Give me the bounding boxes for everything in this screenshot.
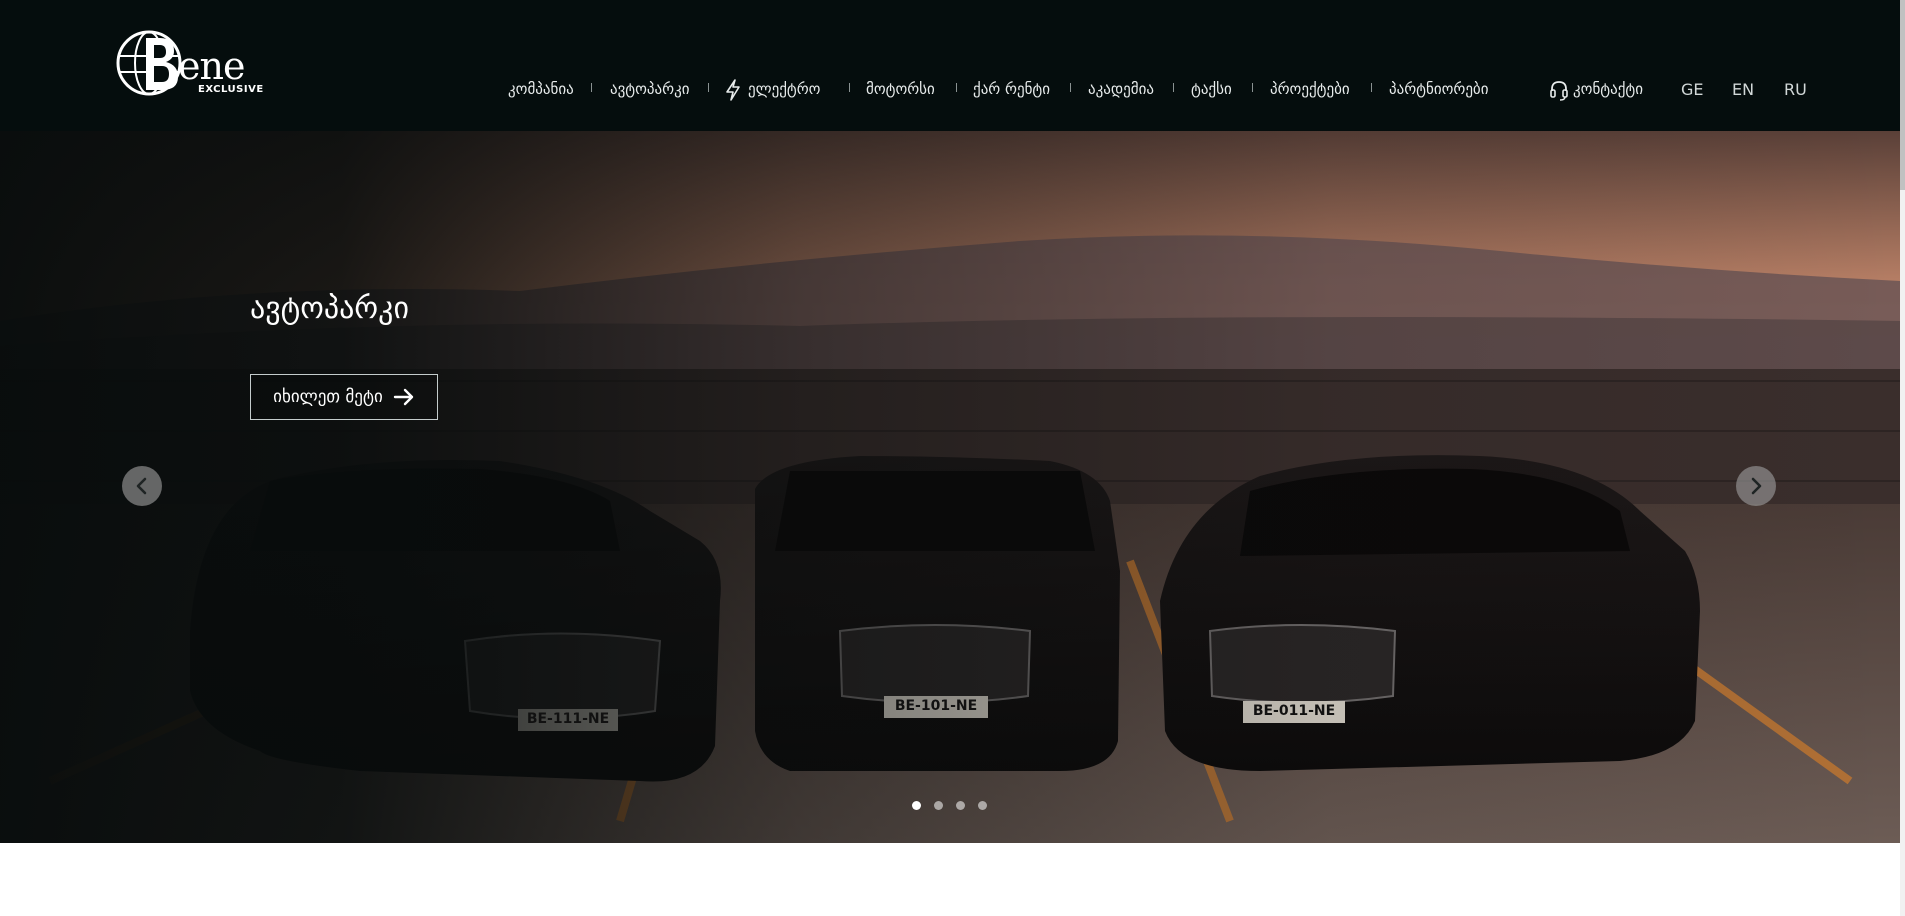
license-plate-left: BE-111-NE [526, 711, 610, 727]
nav-separator [1173, 83, 1174, 92]
slider-dot-2[interactable] [934, 801, 943, 810]
slider-next-button[interactable] [1736, 466, 1776, 506]
nav-separator [1070, 83, 1071, 92]
nav-item-motors[interactable]: მოტორსი [866, 77, 935, 101]
slider-dot-4[interactable] [978, 801, 987, 810]
hero-overlay [0, 131, 1900, 843]
nav-separator [849, 83, 850, 92]
nav-separator [1371, 83, 1372, 92]
hero-slider: BE-111-NE BE-101-NE BE-011-NE ავტოპარკი … [0, 131, 1900, 843]
nav-separator [956, 83, 957, 92]
nav-item-partners[interactable]: პარტნიორები [1389, 77, 1488, 101]
nav-item-electro-label: ელექტრო [748, 80, 821, 98]
lang-ru[interactable]: RU [1784, 80, 1807, 100]
contact-link[interactable]: კონტაქტი [1549, 77, 1643, 101]
site-header: ene EXCLUSIVE კომპანია ავტოპარკი ელექტრო… [0, 0, 1900, 131]
license-plate-center: BE-101-NE [894, 698, 978, 714]
nav-item-electro[interactable]: ელექტრო [724, 77, 820, 101]
nav-item-fleet[interactable]: ავტოპარკი [610, 77, 690, 101]
bene-exclusive-logo[interactable]: ene EXCLUSIVE [116, 28, 266, 100]
slider-dot-1[interactable] [912, 801, 921, 810]
page-scrollbar[interactable] [1900, 0, 1905, 916]
lightning-icon [726, 78, 740, 101]
chevron-left-icon [136, 477, 147, 495]
globe-logo-icon [116, 30, 182, 96]
see-more-label: იხილეთ მეტი [273, 387, 383, 407]
scrollbar-thumb[interactable] [1900, 0, 1905, 190]
nav-separator [591, 83, 592, 92]
nav-item-company[interactable]: კომპანია [508, 77, 574, 101]
see-more-button[interactable]: იხილეთ მეტი [250, 374, 438, 420]
logo-subtext: EXCLUSIVE [198, 84, 264, 95]
nav-separator [708, 83, 709, 92]
lang-en[interactable]: EN [1732, 80, 1754, 100]
chevron-right-icon [1751, 477, 1762, 495]
lang-ge[interactable]: GE [1681, 80, 1704, 100]
nav-item-academy[interactable]: აკადემია [1088, 77, 1154, 101]
slider-prev-button[interactable] [122, 466, 162, 506]
headset-icon [1550, 80, 1568, 101]
nav-item-taxi[interactable]: ტაქსი [1191, 77, 1232, 101]
nav-separator [1252, 83, 1253, 92]
nav-item-projects[interactable]: პროექტები [1270, 77, 1350, 101]
logo-wordmark: ene [178, 44, 245, 88]
slider-dot-3[interactable] [956, 801, 965, 810]
arrow-right-icon [393, 388, 414, 406]
hero-title: ავტოპარკი [250, 291, 410, 326]
nav-item-car-rent[interactable]: ქარ რენტი [973, 77, 1050, 101]
contact-label: კონტაქტი [1573, 80, 1643, 98]
license-plate-right: BE-011-NE [1252, 703, 1336, 719]
